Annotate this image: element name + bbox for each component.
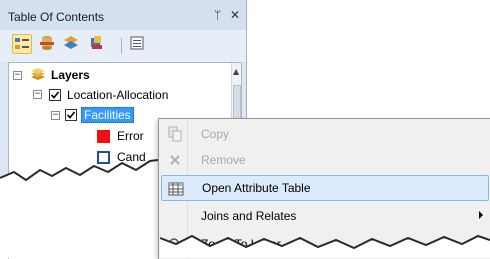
torn-edge-bottom bbox=[159, 234, 490, 258]
